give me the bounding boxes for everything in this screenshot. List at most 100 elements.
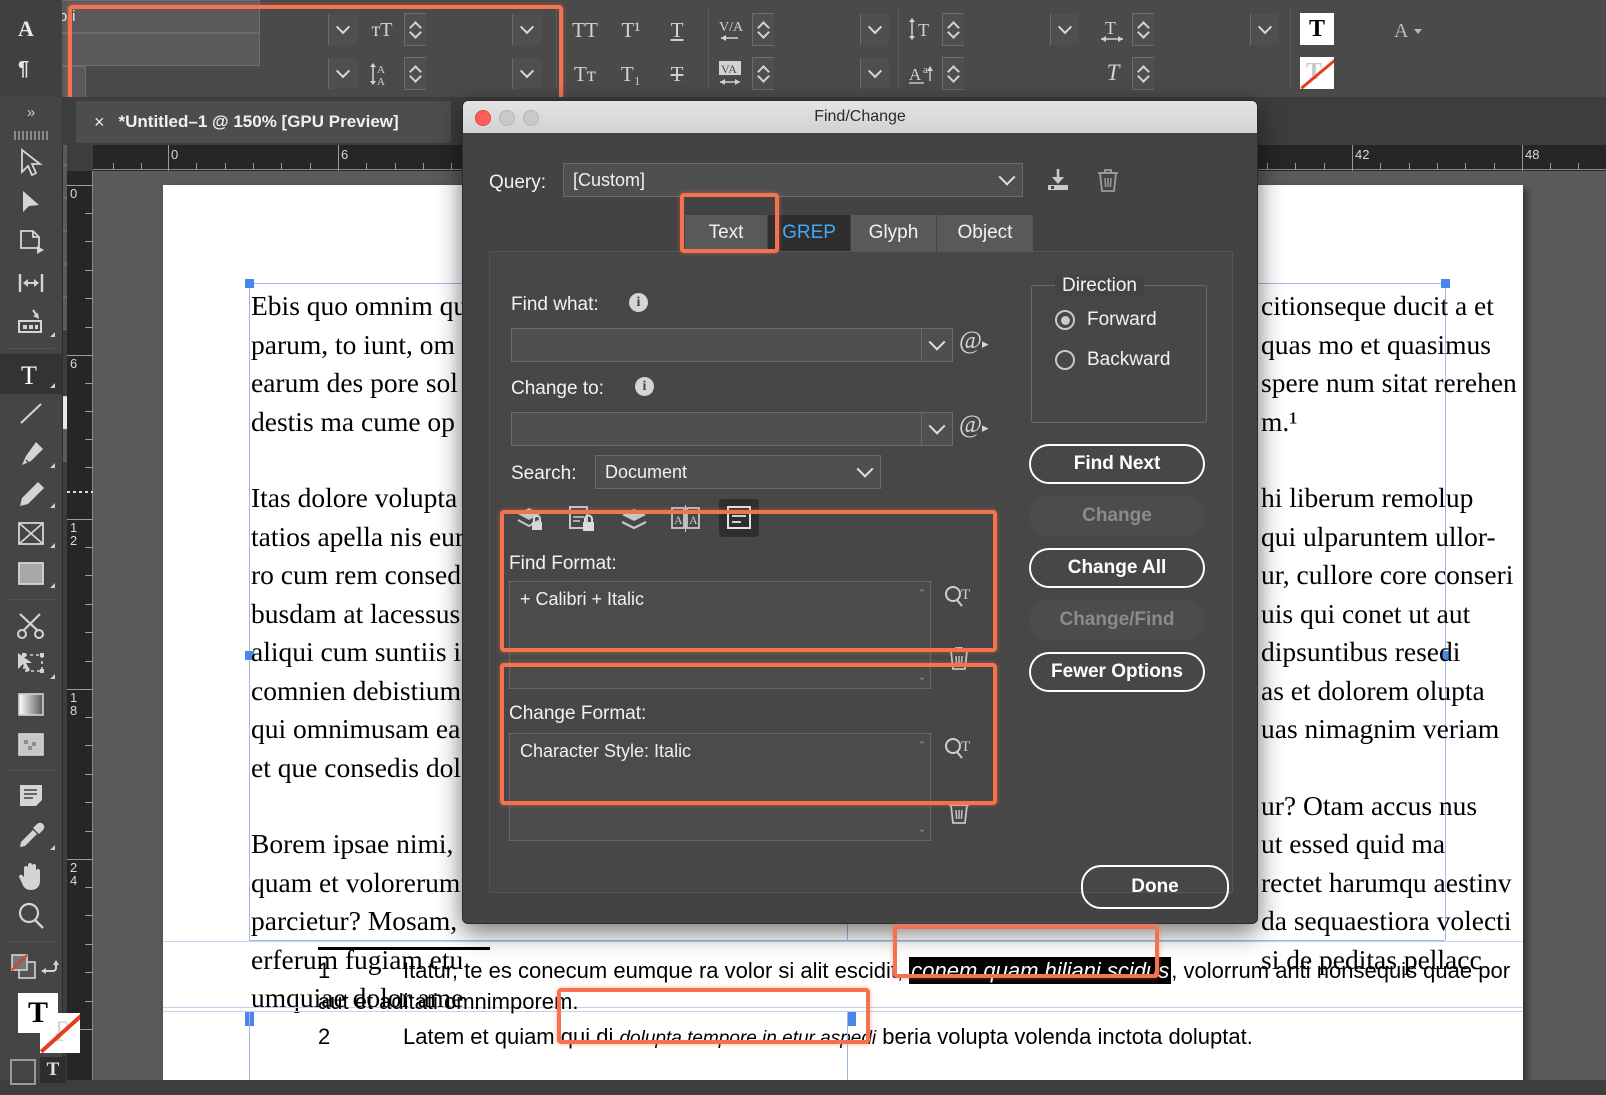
kerning-stepper[interactable] — [752, 13, 774, 46]
find-what-special-characters-icon[interactable]: @▸ — [959, 327, 989, 355]
font-family-dropdown-arrow[interactable] — [328, 14, 357, 45]
find-format-scroll-up[interactable]: ⌃ — [917, 587, 927, 600]
find-what-input[interactable] — [511, 328, 953, 362]
search-scope-dropdown[interactable]: Document — [595, 455, 881, 489]
paragraph-panel-icon[interactable]: ¶ — [18, 58, 29, 81]
character-panel-icon[interactable]: A — [18, 16, 34, 42]
vertical-scale-dropdown-arrow[interactable] — [1050, 14, 1079, 45]
include-locked-stories-icon[interactable] — [563, 501, 601, 537]
font-size-dropdown-arrow[interactable] — [512, 14, 541, 45]
dialog-title-bar[interactable]: Find/Change — [463, 101, 1257, 134]
document-tab[interactable]: × *Untitled–1 @ 150% [GPU Preview] — [76, 101, 451, 143]
horizontal-scale-dropdown-arrow[interactable] — [1250, 14, 1279, 45]
pencil-tool[interactable] — [0, 474, 62, 514]
vertical-ruler[interactable]: 0 6 12 18 24 3 — [67, 171, 93, 1080]
type-tool[interactable]: T — [0, 354, 62, 394]
page-tool[interactable] — [0, 223, 62, 263]
hand-tool[interactable] — [0, 856, 62, 896]
find-what-info-icon[interactable]: i — [629, 293, 648, 312]
leading-dropdown-arrow[interactable] — [512, 58, 541, 89]
format-container-icon[interactable] — [10, 1059, 36, 1085]
gap-tool[interactable] — [0, 263, 62, 303]
subscript-icon[interactable]: T₁ — [614, 60, 648, 88]
direct-selection-tool[interactable] — [0, 183, 62, 223]
change-format-scroll-down[interactable]: ⌄ — [917, 822, 927, 835]
panel-drag-grip[interactable] — [0, 127, 62, 143]
apply-none-icon[interactable] — [10, 953, 44, 988]
all-caps-icon[interactable]: TT — [568, 16, 602, 44]
specify-change-attributes-icon[interactable]: T — [941, 733, 977, 767]
stroke-none-icon[interactable]: T — [1300, 57, 1334, 89]
small-caps-icon[interactable]: Tᴛ — [568, 60, 602, 88]
tab-object[interactable]: Object — [937, 215, 1033, 251]
ruler-corner[interactable] — [67, 145, 93, 171]
superscript-icon[interactable]: T¹ — [614, 16, 648, 44]
find-format-scroll-down[interactable]: ⌄ — [917, 670, 927, 683]
specify-find-attributes-icon[interactable]: T — [941, 581, 977, 615]
note-tool[interactable] — [0, 776, 62, 816]
horizontal-scale-stepper[interactable] — [1132, 13, 1154, 46]
swap-fill-stroke-icon[interactable] — [40, 955, 60, 982]
clear-find-format-trash-icon[interactable] — [941, 641, 977, 675]
zoom-button[interactable] — [523, 110, 539, 126]
change-format-box[interactable]: Character Style: Italic ⌃ ⌄ — [509, 733, 931, 841]
rectangle-tool[interactable] — [0, 554, 62, 594]
selection-tool[interactable] — [0, 143, 62, 183]
leading-stepper[interactable] — [404, 57, 426, 90]
tracking-stepper[interactable] — [752, 57, 774, 90]
close-button[interactable] — [475, 110, 491, 126]
close-icon[interactable]: × — [76, 112, 119, 133]
font-style-dropdown-arrow[interactable] — [328, 58, 357, 89]
scissors-tool[interactable] — [0, 605, 62, 645]
tab-glyph[interactable]: Glyph — [851, 215, 937, 251]
find-change-dialog[interactable]: Find/Change Query: [Custom] Text GREP Gl… — [462, 100, 1258, 924]
tab-grep[interactable]: GREP — [768, 215, 851, 251]
done-button[interactable]: Done — [1081, 865, 1229, 909]
gradient-feather-tool[interactable] — [0, 725, 62, 765]
include-master-pages-icon[interactable]: AA — [667, 501, 705, 537]
zoom-tool[interactable] — [0, 896, 62, 936]
fill-swatch[interactable]: T — [18, 993, 58, 1033]
eyedropper-tool[interactable] — [0, 816, 62, 856]
underline-icon[interactable]: T — [660, 16, 694, 44]
footnote-1[interactable]: 1 Itatur, te es conecum eumque ra volor s… — [318, 955, 1510, 986]
find-next-button[interactable]: Find Next — [1029, 444, 1205, 484]
change-format-scroll-up[interactable]: ⌃ — [917, 739, 927, 752]
strikethrough-icon[interactable]: T — [660, 60, 694, 88]
pen-tool[interactable] — [0, 434, 62, 474]
change-all-button[interactable]: Change All — [1029, 548, 1205, 588]
radio-backward[interactable]: Backward — [1055, 349, 1170, 371]
tracking-dropdown-arrow[interactable] — [860, 58, 889, 89]
change-to-special-characters-icon[interactable]: @▸ — [959, 411, 989, 439]
include-footnotes-icon[interactable] — [719, 499, 759, 537]
formatting-affects-text-icon[interactable]: T — [1300, 13, 1334, 45]
clear-change-format-trash-icon[interactable] — [941, 795, 977, 829]
free-transform-tool[interactable] — [0, 645, 62, 685]
format-text-icon[interactable]: T — [40, 1057, 66, 1083]
body-text-column-right[interactable]: citionseque ducit a et quas mo et quasimu… — [1261, 287, 1601, 1017]
query-dropdown[interactable]: [Custom] — [563, 163, 1023, 197]
font-size-stepper[interactable] — [404, 13, 426, 46]
collapse-panel-button[interactable]: » — [0, 97, 62, 127]
minimize-button[interactable] — [499, 110, 515, 126]
fewer-options-button[interactable]: Fewer Options — [1029, 652, 1205, 692]
footnote-frame-handle-right[interactable] — [847, 1017, 856, 1026]
radio-backward-indicator[interactable] — [1055, 350, 1075, 370]
kerning-dropdown-arrow[interactable] — [860, 14, 889, 45]
change-to-info-icon[interactable]: i — [635, 377, 654, 396]
radio-forward-indicator[interactable] — [1055, 310, 1075, 330]
skew-stepper[interactable] — [1132, 57, 1154, 90]
footnote-2[interactable]: 2 Latem et quiam qui di dolupta tempore i… — [318, 1021, 1253, 1054]
tab-text[interactable]: Text — [685, 215, 768, 251]
save-query-icon[interactable] — [1041, 163, 1075, 197]
find-format-box[interactable]: + Calibri + Italic ⌃ ⌄ — [509, 581, 931, 689]
trash-icon[interactable] — [1091, 163, 1125, 197]
frame-tool[interactable] — [0, 514, 62, 554]
radio-forward[interactable]: Forward — [1055, 309, 1157, 331]
baseline-shift-stepper[interactable] — [942, 57, 964, 90]
include-locked-layers-icon[interactable] — [511, 501, 549, 537]
vertical-scale-stepper[interactable] — [942, 13, 964, 46]
include-hidden-layers-icon[interactable] — [615, 501, 653, 537]
content-collector-tool[interactable] — [0, 303, 62, 343]
line-tool[interactable] — [0, 394, 62, 434]
